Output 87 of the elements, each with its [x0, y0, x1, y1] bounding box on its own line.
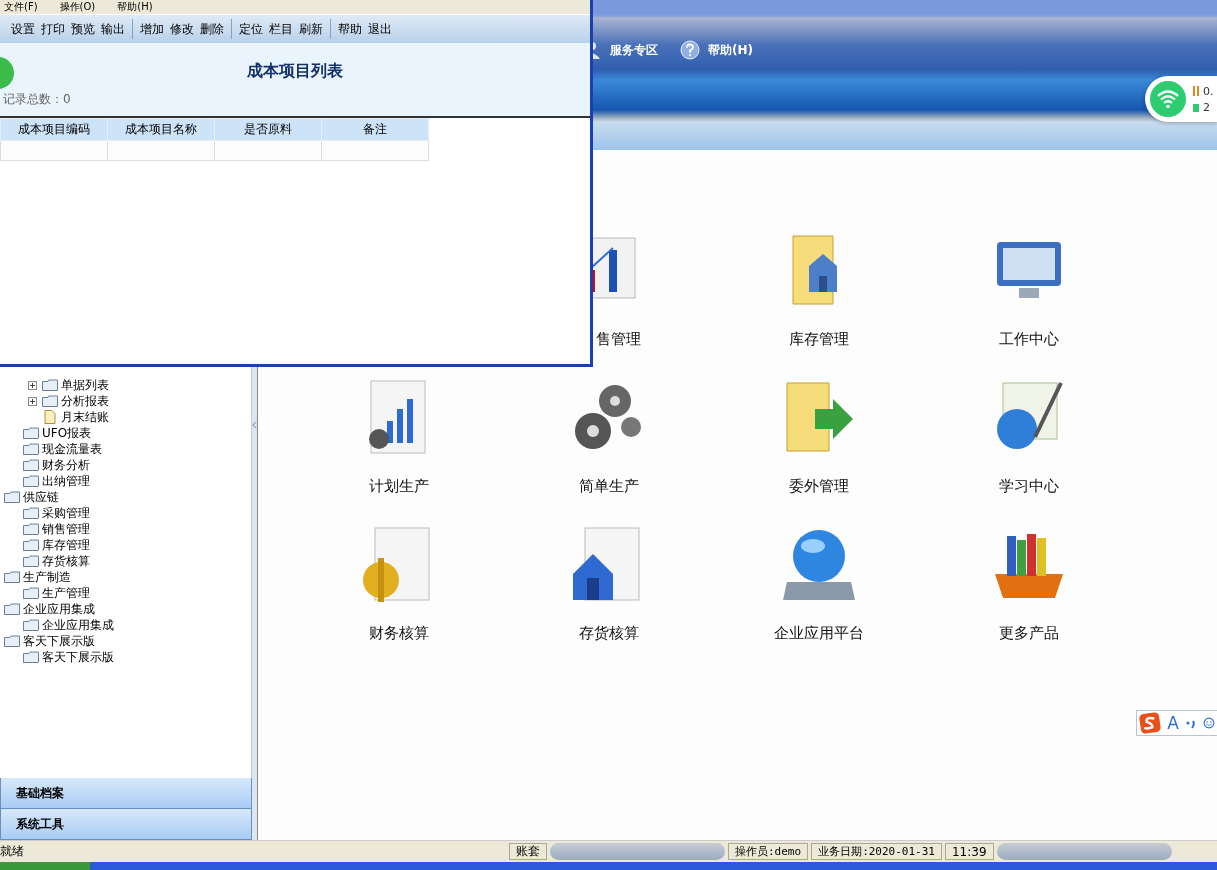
- toolbar-button[interactable]: 修改: [167, 20, 197, 38]
- folder-icon: [23, 538, 39, 552]
- menu-item[interactable]: 操作(O): [59, 0, 96, 14]
- table-cell[interactable]: [0, 140, 108, 161]
- speed-text: 0.: [1203, 84, 1214, 98]
- column-header[interactable]: 成本项目编码: [0, 118, 108, 141]
- status-field: 11:39: [945, 843, 994, 860]
- collapse-icon[interactable]: [252, 420, 257, 430]
- toolbar-button[interactable]: 输出: [98, 20, 128, 38]
- tree-item[interactable]: 出纳管理: [42, 472, 90, 490]
- document-icon: [42, 410, 58, 424]
- status-field: 就绪: [0, 843, 506, 860]
- folder-icon: [23, 522, 39, 536]
- tree-item[interactable]: 销售管理: [42, 520, 90, 538]
- column-header[interactable]: 是否原料: [214, 118, 322, 141]
- tree-item[interactable]: 财务分析: [42, 456, 90, 474]
- module-label[interactable]: 学习中心: [999, 477, 1059, 496]
- tree-item[interactable]: UFO报表: [42, 424, 92, 442]
- tree-item[interactable]: 存货核算: [42, 552, 90, 570]
- help-icon: [680, 40, 700, 60]
- folder-icon: [23, 426, 39, 440]
- status-field: 账套: [509, 843, 547, 860]
- tree-item[interactable]: 库存管理: [42, 536, 90, 554]
- folder-icon: [23, 554, 39, 568]
- module-label[interactable]: 委外管理: [789, 477, 849, 496]
- toolbar-button[interactable]: 退出: [365, 20, 395, 38]
- folder-icon: [42, 394, 58, 408]
- tree-item[interactable]: 生产管理: [42, 584, 90, 602]
- tree-item[interactable]: 客天下展示版: [42, 648, 114, 666]
- module-label[interactable]: 简单生产: [579, 477, 639, 496]
- input-mode-text[interactable]: A: [1167, 713, 1179, 733]
- menu-item[interactable]: 文件(F): [4, 0, 38, 14]
- wifi-icon: [1150, 81, 1186, 117]
- folder-icon: [23, 586, 39, 600]
- sidebar-section[interactable]: 系统工具: [0, 809, 252, 840]
- network-widget[interactable]: 0. 2: [1145, 76, 1217, 122]
- module-label[interactable]: 财务核算: [369, 624, 429, 643]
- folder-icon: [23, 458, 39, 472]
- module-label[interactable]: 更多产品: [999, 624, 1059, 643]
- sidebar-section[interactable]: 基础档案: [0, 778, 252, 809]
- folder-icon: [23, 442, 39, 456]
- folder-icon: [4, 634, 20, 648]
- smiley-icon[interactable]: [1203, 715, 1215, 731]
- toolbar-button[interactable]: 预览: [68, 20, 98, 38]
- tree-item[interactable]: 采购管理: [42, 504, 90, 522]
- toolbar-button[interactable]: 定位: [236, 20, 266, 38]
- phone-icon: [1192, 102, 1200, 112]
- column-header[interactable]: 成本项目名称: [107, 118, 215, 141]
- status-field: 操作员:demo: [728, 843, 809, 860]
- folder-icon: [23, 650, 39, 664]
- toolbar-button[interactable]: 删除: [197, 20, 227, 38]
- folder-icon: [42, 378, 58, 392]
- toolbar-button[interactable]: 刷新: [296, 20, 326, 38]
- module-label[interactable]: 库存管理: [789, 330, 849, 349]
- tree-item[interactable]: 客天下展示版: [23, 632, 95, 650]
- device-count: 2: [1203, 100, 1210, 114]
- tree-item[interactable]: 单据列表: [61, 376, 109, 394]
- tree-item[interactable]: 分析报表: [61, 392, 109, 410]
- menu-item[interactable]: 帮助(H): [117, 0, 153, 14]
- module-label[interactable]: 存货核算: [579, 624, 639, 643]
- tree-item[interactable]: 月末结账: [61, 408, 109, 426]
- toolbar-button[interactable]: 打印: [38, 20, 68, 38]
- toolbar-button[interactable]: 设置: [8, 20, 38, 38]
- toolbar-button[interactable]: 栏目: [266, 20, 296, 38]
- folder-icon: [4, 602, 20, 616]
- record-count: 记录总数：0: [2, 91, 72, 108]
- nav-item[interactable]: 帮助(H): [680, 38, 753, 62]
- list-title: 成本项目列表: [246, 60, 344, 82]
- tree-item[interactable]: 供应链: [23, 488, 59, 506]
- tree-item[interactable]: 企业应用集成: [23, 600, 95, 618]
- folder-icon: [4, 490, 20, 504]
- folder-icon: [23, 618, 39, 632]
- folder-icon: [4, 570, 20, 584]
- module-label[interactable]: 售管理: [595, 330, 641, 349]
- tree-item[interactable]: 现金流量表: [42, 440, 102, 458]
- folder-icon: [23, 474, 39, 488]
- transfer-icon: [1192, 86, 1200, 96]
- column-header[interactable]: 备注: [321, 118, 429, 141]
- module-label[interactable]: 工作中心: [999, 330, 1059, 349]
- status-field: 业务日期:2020-01-31: [811, 843, 942, 860]
- toolbar-button[interactable]: 增加: [137, 20, 167, 38]
- tree-item[interactable]: 企业应用集成: [42, 616, 114, 634]
- folder-icon: [23, 506, 39, 520]
- tree-item[interactable]: 生产制造: [23, 568, 71, 586]
- module-label[interactable]: 企业应用平台: [774, 624, 864, 643]
- toolbar-button[interactable]: 帮助: [335, 20, 365, 38]
- module-label[interactable]: 计划生产: [369, 477, 429, 496]
